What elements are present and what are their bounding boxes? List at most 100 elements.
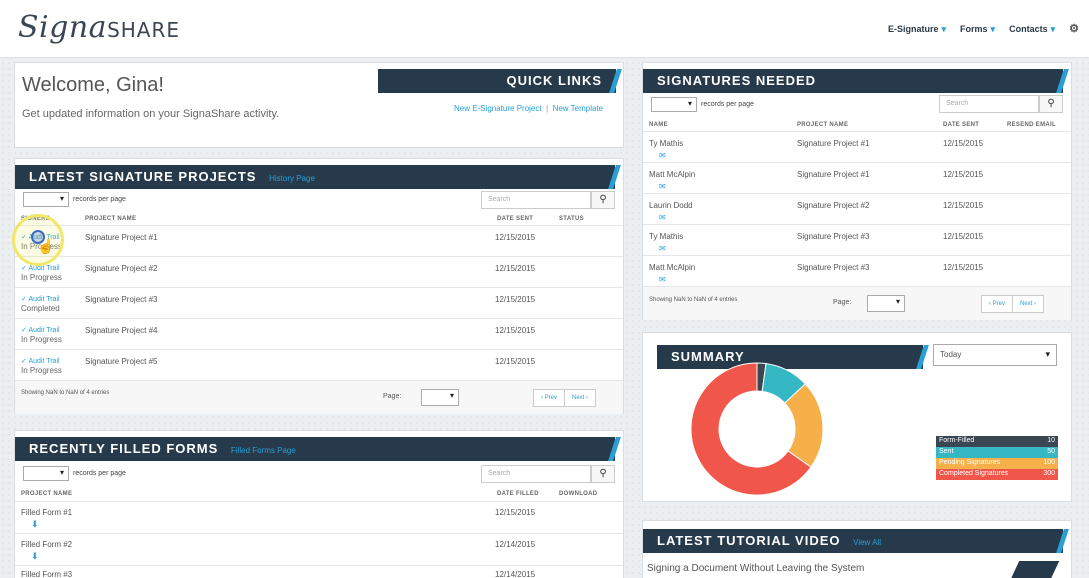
filled-forms-page-link[interactable]: Filled Forms Page: [231, 446, 296, 455]
table-row[interactable]: ✓ Audit Trail In Progress Signature Proj…: [15, 256, 623, 287]
summary-donut-chart: [690, 362, 824, 496]
table-row[interactable]: ✓ Audit Trail Completed Signature Projec…: [15, 287, 623, 318]
status-text: In Progress: [21, 273, 62, 282]
col-date-filled: DATE FILLED: [497, 491, 539, 497]
audit-trail-link[interactable]: ✓ Audit Trail: [21, 325, 60, 334]
table-row[interactable]: Matt McAlpin ✉ Signature Project #3 12/1…: [643, 255, 1071, 286]
records-per-page-select[interactable]: [651, 97, 697, 112]
project-name: Signature Project #1: [797, 139, 870, 148]
table-row[interactable]: Filled Form #3 12/14/2015: [15, 565, 623, 578]
chevron-down-icon: ▾: [1050, 24, 1056, 34]
video-thumbnail[interactable]: [1010, 561, 1060, 578]
tutorial-title: LATEST TUTORIAL VIDEO: [657, 533, 841, 548]
latest-projects-title: LATEST SIGNATURE PROJECTS: [29, 169, 257, 184]
page-select[interactable]: [421, 389, 459, 406]
date-filled: 12/15/2015: [495, 508, 536, 517]
nav-esignature[interactable]: E-Signature ▾: [888, 24, 946, 35]
email-icon[interactable]: ✉: [659, 151, 666, 160]
table-row[interactable]: Filled Form #2 ⬇ 12/14/2015: [15, 533, 623, 565]
col-project-name: PROJECT NAME: [85, 216, 137, 222]
table-row[interactable]: ✓ Audit Trail In Progress Signature Proj…: [15, 349, 623, 380]
table-footer: Showing NaN to NaN of 4 entries Page: ‹ …: [15, 380, 623, 414]
download-icon[interactable]: ⬇: [31, 519, 39, 530]
signatures-search-input[interactable]: Search: [939, 95, 1039, 113]
download-icon[interactable]: ⬇: [31, 551, 39, 562]
latest-projects-panel: LATEST SIGNATURE PROJECTS History Page r…: [14, 158, 624, 414]
email-icon[interactable]: ✉: [659, 244, 666, 253]
table-row[interactable]: Ty Mathis ✉ Signature Project #1 12/15/2…: [643, 131, 1071, 162]
table-row[interactable]: Matt McAlpin ✉ Signature Project #1 12/1…: [643, 162, 1071, 193]
recent-forms-panel: RECENTLY FILLED FORMS Filled Forms Page …: [14, 430, 624, 578]
prev-button[interactable]: ‹ Prev: [982, 296, 1012, 312]
search-icon[interactable]: ⚲: [591, 191, 615, 209]
nav-forms[interactable]: Forms ▾: [960, 24, 995, 35]
table-row[interactable]: Laurin Dodd ✉ Signature Project #2 12/15…: [643, 193, 1071, 224]
history-page-link[interactable]: History Page: [269, 174, 315, 183]
next-button[interactable]: Next ›: [564, 390, 595, 406]
project-name: Signature Project #5: [85, 357, 158, 366]
link-separator: |: [546, 104, 549, 113]
quick-links: New E-Signature Project | New Template: [454, 98, 603, 116]
period-select-value: Today: [940, 350, 962, 359]
audit-trail-link[interactable]: ✓ Audit Trail: [21, 356, 60, 365]
table-row[interactable]: Ty Mathis ✉ Signature Project #3 12/15/2…: [643, 224, 1071, 255]
email-icon[interactable]: ✉: [659, 213, 666, 222]
table-footer: Showing NaN to NaN of 4 entries Page: ‹ …: [643, 286, 1071, 320]
col-project-name: PROJECT NAME: [797, 122, 849, 128]
banner-accent: [1056, 529, 1069, 553]
page-label: Page:: [383, 393, 402, 400]
project-name: Signature Project #3: [85, 295, 158, 304]
new-template-link[interactable]: New Template: [553, 104, 604, 113]
search-icon[interactable]: ⚲: [591, 465, 615, 483]
pagination: ‹ Prev Next ›: [533, 389, 597, 407]
records-per-page-label: records per page: [73, 470, 126, 477]
form-name: Filled Form #1: [21, 508, 73, 517]
nav-contacts[interactable]: Contacts ▾: [1009, 24, 1055, 35]
project-name: Signature Project #3: [797, 263, 870, 272]
records-per-page-label: records per page: [73, 196, 126, 203]
hand-cursor-icon: ☝: [37, 238, 55, 254]
gear-icon[interactable]: ⚙: [1069, 22, 1079, 35]
project-name: Signature Project #2: [85, 264, 158, 273]
audit-trail-link[interactable]: ✓ Audit Trail: [21, 294, 60, 303]
chevron-down-icon: ▾: [990, 24, 996, 34]
prev-button[interactable]: ‹ Prev: [534, 390, 564, 406]
form-name: Filled Form #2: [21, 540, 73, 549]
col-date-sent: DATE SENT: [943, 122, 980, 128]
signashare-logo[interactable]: SignaSHARE: [18, 10, 180, 45]
tutorial-video-title[interactable]: Signing a Document Without Leaving the S…: [647, 563, 864, 574]
forms-search-input[interactable]: Search: [481, 465, 591, 483]
project-name: Signature Project #2: [797, 201, 870, 210]
page-select[interactable]: [867, 295, 905, 312]
new-esignature-project-link[interactable]: New E-Signature Project: [454, 104, 542, 113]
nav-esignature-label: E-Signature: [887, 24, 939, 34]
table-row[interactable]: ✓ Audit Trail In Progress Signature Proj…: [15, 318, 623, 349]
date-sent: 12/15/2015: [495, 357, 536, 366]
date-sent: 12/15/2015: [495, 326, 536, 335]
legend-completed: Completed Signatures 300: [936, 469, 1058, 480]
status-text: Completed: [21, 304, 60, 313]
period-select[interactable]: Today ▾: [933, 344, 1057, 366]
recent-forms-title: RECENTLY FILLED FORMS: [29, 441, 219, 456]
logo-caps-text: SHARE: [107, 18, 181, 42]
search-icon[interactable]: ⚲: [1039, 95, 1063, 113]
records-per-page-select[interactable]: [23, 466, 69, 481]
signer-name: Matt McAlpin: [649, 170, 696, 179]
nav-contacts-label: Contacts: [1009, 24, 1048, 34]
records-per-page-select[interactable]: [23, 192, 69, 207]
date-sent: 12/15/2015: [943, 139, 984, 148]
table-row[interactable]: ✓ Audit Trail In Progress Signature Proj…: [15, 225, 623, 256]
date-sent: 12/15/2015: [943, 232, 984, 241]
banner-accent: [916, 345, 929, 369]
table-row[interactable]: Filled Form #1 ⬇ 12/15/2015: [15, 501, 623, 533]
projects-search-input[interactable]: Search: [481, 191, 591, 209]
email-icon[interactable]: ✉: [659, 275, 666, 284]
date-sent: 12/15/2015: [943, 263, 984, 272]
view-all-link[interactable]: View All: [853, 538, 881, 547]
banner-accent: [608, 437, 621, 461]
email-icon[interactable]: ✉: [659, 182, 666, 191]
project-name: Signature Project #1: [85, 233, 158, 242]
next-button[interactable]: Next ›: [1012, 296, 1043, 312]
date-sent: 12/15/2015: [495, 264, 536, 273]
col-name: NAME: [649, 122, 668, 128]
